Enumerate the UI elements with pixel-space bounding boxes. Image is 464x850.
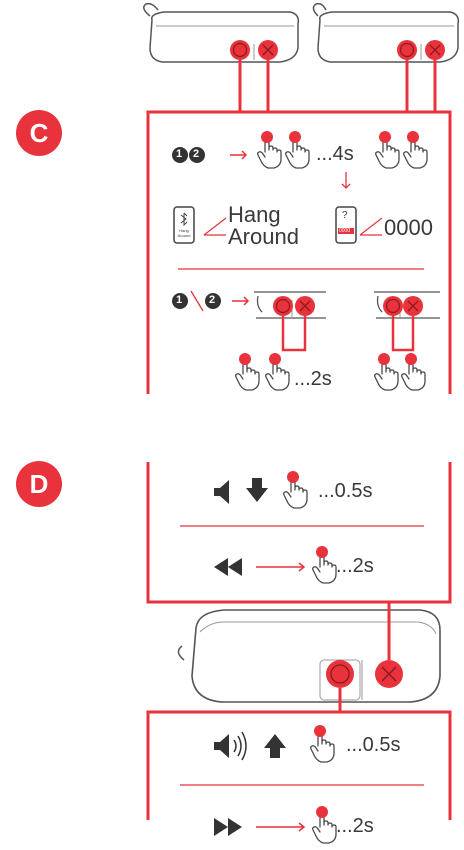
tap-hand-icon <box>403 130 428 169</box>
volume-down-time-label: ...0.5s <box>318 480 373 502</box>
instruction-diagram: C D 1 2 ...4s Hang Around Hang Around ? … <box>0 0 464 850</box>
hold-time-label: ...2s <box>294 368 332 390</box>
volume-down-icon <box>214 480 229 504</box>
volume-up-icon <box>214 731 247 761</box>
arrow-right-icon <box>256 822 306 832</box>
tap-hand-icon <box>310 724 335 763</box>
previous-track-time-label: ...2s <box>336 555 374 577</box>
arrow-down-icon <box>246 478 268 502</box>
tap-hand-icon <box>265 352 290 391</box>
tap-hand-icon <box>312 805 337 844</box>
section-d-upper-panel <box>146 462 452 604</box>
power-button-icon <box>382 295 404 317</box>
speaker-icon <box>177 609 441 703</box>
bluetooth-button-icon <box>424 39 446 61</box>
arrow-right-icon <box>230 150 248 160</box>
tap-hand-icon <box>283 470 308 509</box>
arrow-up-icon <box>264 734 286 758</box>
arrow-down-icon <box>341 172 351 189</box>
phone-screen-label: Hang Around <box>177 228 191 238</box>
power-button-icon <box>229 39 251 61</box>
arrow-right-icon <box>256 562 306 572</box>
phone-question-label: ? <box>342 210 348 221</box>
tap-hand-icon <box>374 352 399 391</box>
arrow-right-icon <box>232 296 250 306</box>
tap-hand-icon <box>235 352 260 391</box>
phone-pin-label: 0000 <box>339 228 351 234</box>
tap-hand-icon <box>401 352 426 391</box>
tap-hand-icon <box>285 130 310 169</box>
power-button-icon <box>396 39 418 61</box>
tap-hand-icon <box>257 130 282 169</box>
bluetooth-button-icon <box>257 39 279 61</box>
device-name-label: Hang Around <box>228 202 299 249</box>
step-two-label: 2 <box>193 148 200 160</box>
section-d-lower-panel <box>146 710 452 820</box>
bluetooth-button-icon <box>375 660 403 688</box>
pair-wait-label: ...4s <box>316 143 354 165</box>
previous-track-icon <box>214 558 242 576</box>
bluetooth-button-icon <box>294 295 316 317</box>
power-button-icon <box>326 660 354 688</box>
pin-code-label: 0000 <box>384 215 433 240</box>
power-button-icon <box>272 295 294 317</box>
tap-hand-icon <box>375 130 400 169</box>
step-one-label: 1 <box>176 148 183 160</box>
bluetooth-button-icon <box>402 295 424 317</box>
step-two-label: 2 <box>209 294 216 306</box>
volume-up-time-label: ...0.5s <box>346 734 401 756</box>
tap-hand-icon <box>312 545 337 584</box>
step-one-label: 1 <box>176 294 183 306</box>
next-track-time-label: ...2s <box>336 815 374 837</box>
diagram-drawing <box>143 2 460 844</box>
next-track-icon <box>214 818 242 836</box>
